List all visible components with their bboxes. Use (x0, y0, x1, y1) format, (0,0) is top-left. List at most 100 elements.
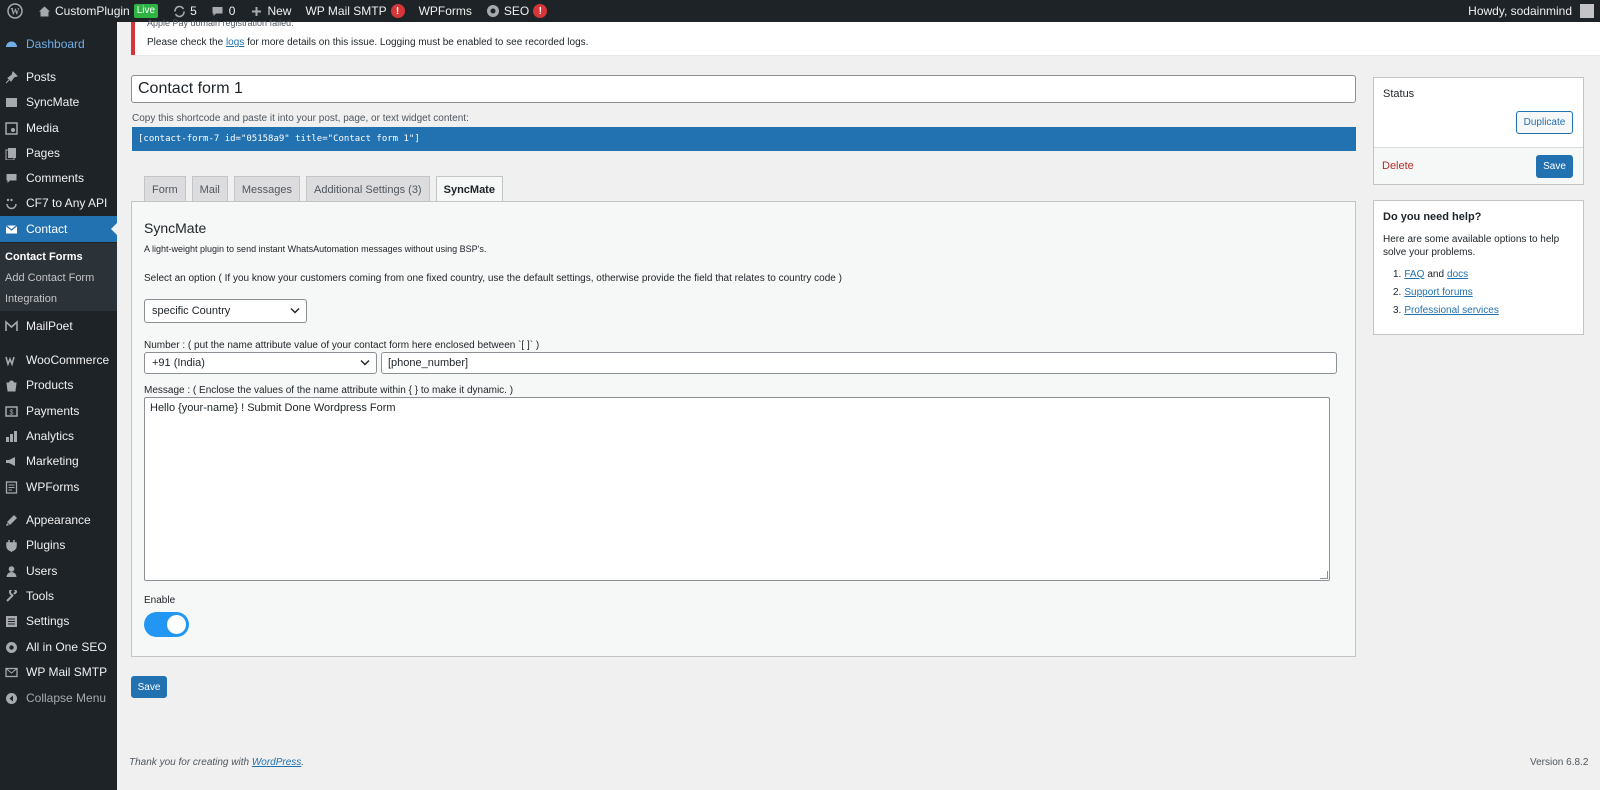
faq-link[interactable]: FAQ (1404, 269, 1424, 280)
sidebar-item-label: Comments (26, 171, 85, 185)
wpforms-icon (4, 480, 18, 494)
help-box: Do you need help? Here are some availabl… (1373, 200, 1584, 335)
form-title-input[interactable] (131, 75, 1356, 103)
shortcode-field[interactable]: [contact-form-7 id="05158a9" title="Cont… (132, 127, 1356, 151)
submenu-contact-forms[interactable]: Contact Forms (5, 251, 83, 263)
sidebar-item-contact[interactable]: Contact (0, 216, 117, 242)
sidebar-item-settings[interactable]: Settings (0, 608, 117, 634)
logs-link[interactable]: logs (226, 37, 244, 48)
notice-text-after: for more details on this issue. Logging … (247, 37, 589, 48)
payments-icon: $ (4, 404, 18, 418)
sidebar-item-woocommerce[interactable]: WooCommerce (0, 347, 117, 373)
wp-mail-smtp-link[interactable]: WP Mail SMTP ! (298, 0, 411, 22)
help-item-and: and (1427, 268, 1445, 280)
api-icon (4, 196, 18, 210)
marketing-icon (4, 454, 18, 468)
tab-messages[interactable]: Messages (233, 176, 300, 202)
sidebar-item-dashboard[interactable]: Dashboard (0, 31, 117, 57)
new-label: New (267, 4, 292, 18)
message-textarea[interactable]: Hello {your-name} ! Submit Done Wordpres… (144, 397, 1330, 581)
help-links: 1. FAQ and docs 2. Support forums 3. Pro… (1393, 265, 1499, 319)
sidebar-item-label: Products (26, 378, 74, 392)
sidebar-item-label: Pages (26, 146, 61, 160)
smtp-alert-badge: ! (390, 4, 405, 18)
seo-icon (4, 640, 18, 654)
sidebar-item-users[interactable]: Users (0, 558, 117, 584)
status-save-button[interactable]: Save (1536, 155, 1573, 178)
sidebar-item-plugins[interactable]: Plugins (0, 532, 117, 558)
sidebar-item-label: Marketing (26, 454, 79, 468)
users-icon (4, 564, 18, 578)
products-icon (4, 378, 18, 392)
sidebar-item-payments[interactable]: $ Payments (0, 398, 117, 424)
sidebar-item-wp-mail-smtp[interactable]: WP Mail SMTP (0, 659, 117, 685)
professional-services-link[interactable]: Professional services (1404, 305, 1498, 316)
wpforms-link[interactable]: WPForms (412, 0, 479, 22)
syncmate-heading: SyncMate (144, 220, 207, 236)
enable-toggle[interactable] (144, 612, 189, 637)
tab-form[interactable]: Form (144, 176, 186, 202)
syncmate-panel: SyncMate A light-weight plugin to send i… (131, 201, 1356, 657)
sidebar-item-pages[interactable]: Pages (0, 140, 117, 166)
smtp-icon (4, 665, 18, 679)
wordpress-link[interactable]: WordPress (252, 757, 301, 768)
sidebar-item-label: Media (26, 121, 59, 135)
sidebar-item-media[interactable]: Media (0, 115, 117, 141)
sidebar-item-posts[interactable]: Posts (0, 64, 117, 90)
country-mode-select[interactable]: specific Country (144, 299, 307, 323)
delete-link[interactable]: Delete (1382, 160, 1414, 172)
sidebar-item-cf7-api[interactable]: CF7 to Any API (0, 190, 117, 216)
sidebar-item-syncmate[interactable]: SyncMate (0, 89, 117, 115)
admin-sidebar: Dashboard Posts SyncMate Media Pages Com… (0, 22, 117, 790)
sidebar-item-mailpoet[interactable]: MailPoet (0, 313, 117, 339)
plugins-icon (4, 538, 18, 552)
enable-label: Enable (144, 595, 176, 606)
duplicate-button[interactable]: Duplicate (1516, 111, 1573, 134)
woocommerce-icon (4, 353, 18, 367)
updates-count: 5 (190, 4, 197, 18)
sidebar-item-tools[interactable]: Tools (0, 583, 117, 609)
live-badge: Live (133, 4, 159, 18)
pin-icon (4, 70, 18, 84)
syncmate-icon (4, 95, 18, 109)
help-box-title: Do you need help? (1383, 211, 1482, 223)
country-code-select[interactable]: +91 (India) (144, 352, 377, 374)
seo-link[interactable]: SEO ! (479, 0, 554, 22)
wordpress-logo-icon[interactable]: W (0, 0, 30, 22)
tab-syncmate[interactable]: SyncMate (435, 176, 503, 203)
sidebar-item-wpforms[interactable]: WPForms (0, 474, 117, 500)
sidebar-item-marketing[interactable]: Marketing (0, 448, 117, 474)
phone-number-field[interactable]: [phone_number] (381, 352, 1337, 374)
help-item: 2. Support forums (1393, 283, 1499, 301)
docs-link[interactable]: docs (1447, 269, 1468, 280)
howdy-text: Howdy, sodainmind (1468, 4, 1572, 18)
sidebar-item-label: Analytics (26, 429, 75, 443)
sidebar-item-label: WooCommerce (26, 353, 110, 367)
sidebar-item-label: MailPoet (26, 319, 73, 333)
support-forums-link[interactable]: Support forums (1404, 287, 1472, 298)
tab-additional-settings[interactable]: Additional Settings (3) (305, 176, 430, 202)
sidebar-item-label: Dashboard (26, 37, 85, 51)
avatar (1580, 4, 1594, 18)
notice-text-before: Please check the (147, 37, 224, 48)
sidebar-item-products[interactable]: Products (0, 372, 117, 398)
footer-period: . (301, 757, 305, 768)
collapse-menu-button[interactable]: Collapse Menu (0, 685, 117, 711)
country-mode-value: specific Country (152, 305, 231, 317)
updates-icon (172, 4, 186, 18)
save-button[interactable]: Save (131, 676, 167, 698)
sidebar-item-label: Tools (26, 589, 55, 603)
account-link[interactable]: Howdy, sodainmind (1461, 0, 1600, 22)
home-icon (37, 4, 51, 18)
sidebar-item-analytics[interactable]: Analytics (0, 423, 117, 449)
sidebar-item-all-in-one-seo[interactable]: All in One SEO (0, 634, 117, 660)
submenu-integration[interactable]: Integration (5, 293, 57, 305)
tab-mail[interactable]: Mail (191, 176, 228, 202)
sidebar-item-label: CF7 to Any API (26, 196, 108, 210)
help-text: Here are some available options to help … (1383, 234, 1560, 258)
sidebar-item-comments[interactable]: Comments (0, 165, 117, 191)
submenu-add-contact-form[interactable]: Add Contact Form (5, 272, 94, 284)
site-name-link[interactable]: CustomPlugin Live (30, 0, 165, 22)
sidebar-item-appearance[interactable]: Appearance (0, 507, 117, 533)
resize-handle[interactable] (1320, 571, 1328, 579)
